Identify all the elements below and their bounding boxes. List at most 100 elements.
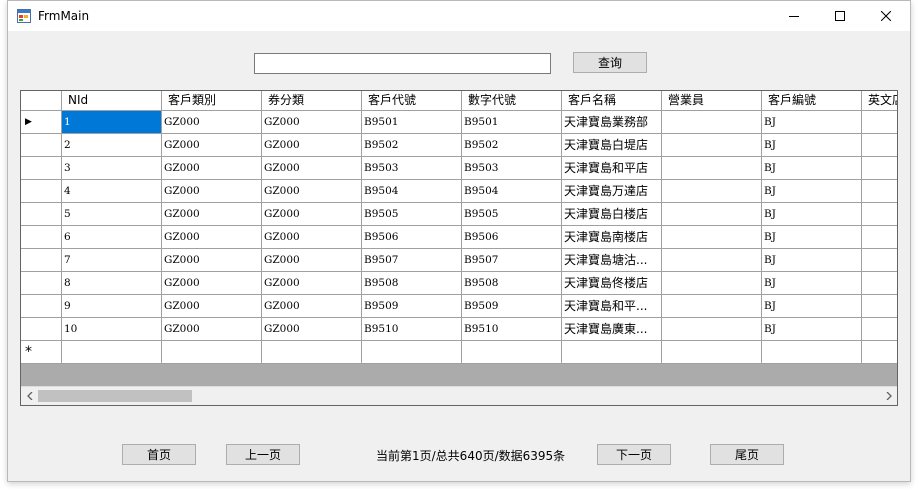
table-cell[interactable]: B9506 <box>362 226 462 249</box>
table-cell[interactable]: B9501 <box>362 111 462 134</box>
column-header[interactable]: 營業員 <box>662 91 762 111</box>
table-cell[interactable]: 天津寶島和平... <box>562 295 662 318</box>
table-cell[interactable]: BJ <box>762 157 862 180</box>
table-row[interactable]: ▶ 1 GZ000 GZ000 B9501 B9501 天津寶島業務部 BJ <box>21 111 897 134</box>
maximize-button[interactable] <box>817 1 863 31</box>
next-page-button[interactable]: 下一页 <box>597 444 671 465</box>
table-cell[interactable]: BJ <box>762 180 862 203</box>
table-cell[interactable]: B9510 <box>462 318 562 341</box>
row-header[interactable] <box>21 249 62 272</box>
table-cell[interactable]: GZ000 <box>162 111 262 134</box>
row-header[interactable] <box>21 180 62 203</box>
table-cell[interactable]: 天津寶島塘沽... <box>562 249 662 272</box>
table-cell[interactable]: GZ000 <box>162 134 262 157</box>
table-cell[interactable]: GZ000 <box>162 203 262 226</box>
table-cell[interactable] <box>862 318 897 341</box>
table-cell[interactable]: GZ000 <box>162 180 262 203</box>
table-cell[interactable]: GZ000 <box>262 272 362 295</box>
table-cell[interactable]: B9502 <box>362 134 462 157</box>
table-cell[interactable]: GZ000 <box>262 134 362 157</box>
table-cell[interactable]: 4 <box>62 180 162 203</box>
table-row[interactable]: 3 GZ000 GZ000 B9503 B9503 天津寶島和平店 BJ <box>21 157 897 180</box>
table-cell[interactable]: B9508 <box>462 272 562 295</box>
table-cell[interactable]: 2 <box>62 134 162 157</box>
table-cell[interactable] <box>462 341 562 364</box>
column-header[interactable]: 客戶編號 <box>762 91 862 111</box>
table-cell[interactable]: BJ <box>762 295 862 318</box>
data-grid[interactable]: NId客戶類別券分類客戶代號數字代號客戶名稱營業員客戶編號英文店▶1GZ000G… <box>20 90 898 406</box>
table-cell[interactable] <box>362 341 462 364</box>
table-cell[interactable] <box>662 295 762 318</box>
row-header[interactable] <box>21 226 62 249</box>
table-cell[interactable] <box>762 341 862 364</box>
table-cell[interactable]: BJ <box>762 134 862 157</box>
table-row[interactable]: 5 GZ000 GZ000 B9505 B9505 天津寶島白楼店 BJ <box>21 203 897 226</box>
table-cell[interactable]: GZ000 <box>262 180 362 203</box>
table-cell[interactable]: B9502 <box>462 134 562 157</box>
table-cell[interactable]: B9507 <box>462 249 562 272</box>
row-header[interactable] <box>21 203 62 226</box>
column-header[interactable]: 券分類 <box>262 91 362 111</box>
table-cell[interactable]: 天津寶島佟楼店 <box>562 272 662 295</box>
table-cell[interactable]: GZ000 <box>262 111 362 134</box>
column-header[interactable]: NId <box>62 91 162 111</box>
table-cell[interactable]: 9 <box>62 295 162 318</box>
table-cell[interactable]: B9505 <box>362 203 462 226</box>
table-cell[interactable] <box>662 272 762 295</box>
table-cell[interactable]: GZ000 <box>162 272 262 295</box>
table-cell[interactable]: GZ000 <box>162 226 262 249</box>
table-cell[interactable] <box>862 226 897 249</box>
table-cell[interactable] <box>62 341 162 364</box>
table-cell[interactable]: B9509 <box>362 295 462 318</box>
table-cell[interactable]: BJ <box>762 226 862 249</box>
table-cell[interactable]: 天津寶島万達店 <box>562 180 662 203</box>
table-cell[interactable]: B9508 <box>362 272 462 295</box>
table-cell[interactable] <box>662 249 762 272</box>
table-cell[interactable]: B9503 <box>462 157 562 180</box>
table-row[interactable]: 4 GZ000 GZ000 B9504 B9504 天津寶島万達店 BJ <box>21 180 897 203</box>
row-header[interactable] <box>21 134 62 157</box>
table-cell[interactable] <box>562 341 662 364</box>
table-cell[interactable]: BJ <box>762 272 862 295</box>
table-cell[interactable]: 3 <box>62 157 162 180</box>
close-button[interactable] <box>863 1 909 31</box>
table-cell[interactable] <box>662 111 762 134</box>
table-cell[interactable]: B9503 <box>362 157 462 180</box>
table-cell[interactable] <box>662 203 762 226</box>
column-header[interactable]: 客戶代號 <box>362 91 462 111</box>
table-cell[interactable] <box>662 134 762 157</box>
row-header[interactable] <box>21 295 62 318</box>
table-cell[interactable]: B9510 <box>362 318 462 341</box>
table-cell[interactable] <box>862 180 897 203</box>
first-page-button[interactable]: 首页 <box>122 444 196 465</box>
table-cell[interactable]: GZ000 <box>162 157 262 180</box>
row-header[interactable] <box>21 157 62 180</box>
table-cell[interactable]: 6 <box>62 226 162 249</box>
table-cell[interactable] <box>862 295 897 318</box>
column-header[interactable]: 數字代號 <box>462 91 562 111</box>
table-cell[interactable] <box>862 203 897 226</box>
table-cell[interactable]: 天津寶島業務部 <box>562 111 662 134</box>
table-cell[interactable]: GZ000 <box>262 203 362 226</box>
row-header[interactable]: ▶ <box>21 111 62 134</box>
table-row[interactable]: 8 GZ000 GZ000 B9508 B9508 天津寶島佟楼店 BJ <box>21 272 897 295</box>
column-header[interactable]: 英文店 <box>862 91 897 111</box>
table-cell[interactable]: B9509 <box>462 295 562 318</box>
table-cell[interactable]: B9504 <box>462 180 562 203</box>
search-input[interactable] <box>254 53 551 74</box>
table-cell[interactable]: GZ000 <box>262 249 362 272</box>
row-header[interactable]: * <box>21 341 62 364</box>
horizontal-scrollbar[interactable] <box>21 386 897 405</box>
table-cell[interactable]: BJ <box>762 111 862 134</box>
table-cell[interactable] <box>862 157 897 180</box>
scroll-left-icon[interactable] <box>21 387 38 405</box>
table-cell[interactable] <box>862 249 897 272</box>
table-cell[interactable] <box>262 341 362 364</box>
table-cell[interactable]: 天津寶島廣東... <box>562 318 662 341</box>
table-cell[interactable]: 8 <box>62 272 162 295</box>
table-cell[interactable] <box>862 134 897 157</box>
scroll-right-icon[interactable] <box>880 387 897 405</box>
grid-corner[interactable] <box>21 91 62 111</box>
row-header[interactable] <box>21 318 62 341</box>
minimize-button[interactable] <box>771 1 817 31</box>
